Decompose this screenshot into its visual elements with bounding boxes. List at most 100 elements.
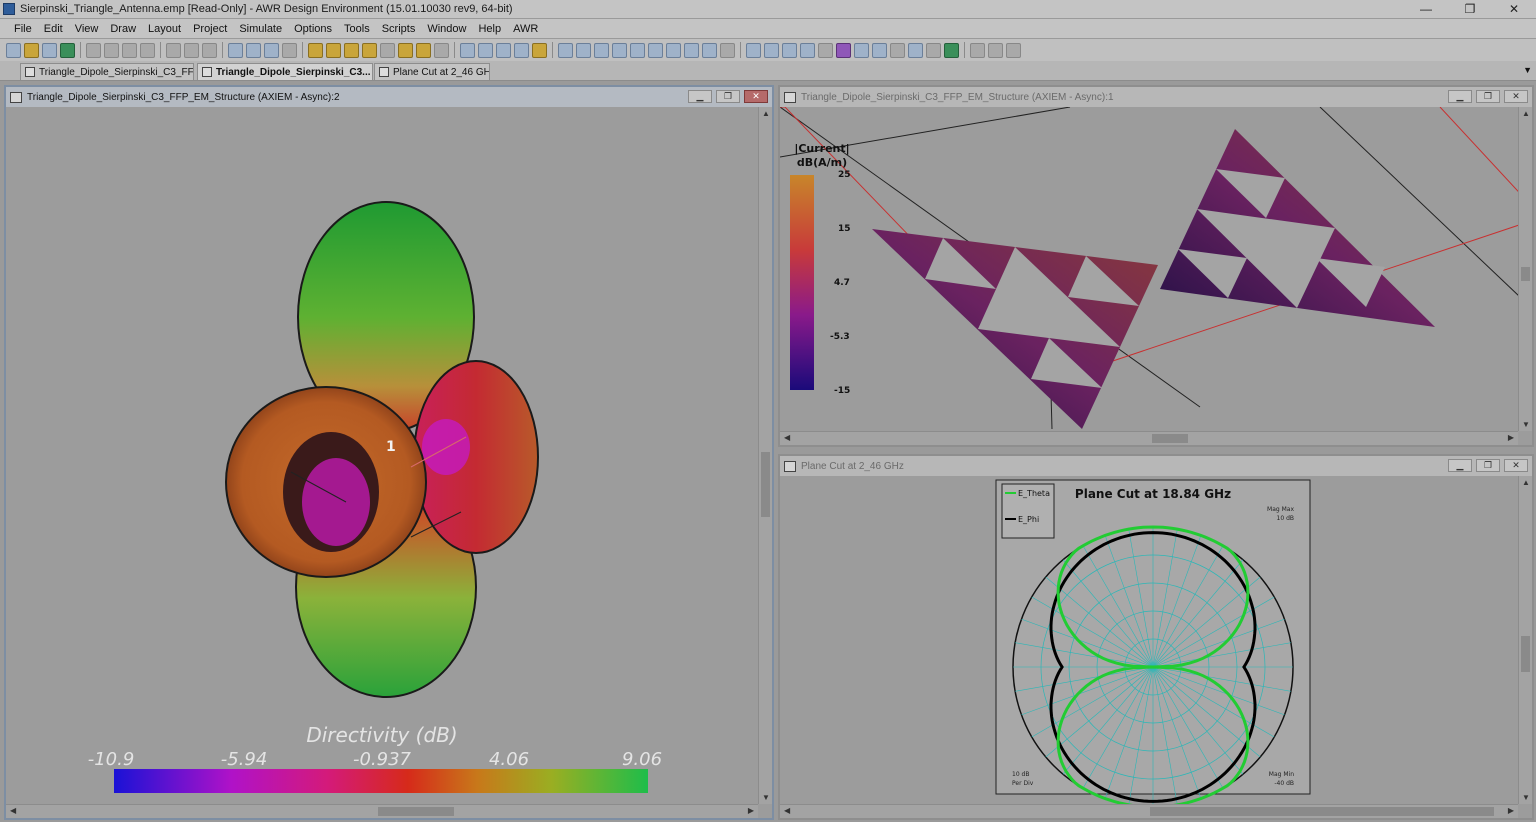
horizontal-scrollbar[interactable]: ◀ ▶ <box>780 804 1518 818</box>
menu-view[interactable]: View <box>69 23 105 35</box>
probe-icon[interactable] <box>890 42 905 58</box>
window-minimize-button[interactable]: ▁ <box>688 90 712 103</box>
window-titlebar[interactable]: Triangle_Dipole_Sierpinski_C3_FFP_EM_Str… <box>780 87 1532 107</box>
window-restore-button[interactable]: ❐ <box>1476 459 1500 472</box>
annotation-icon[interactable] <box>496 42 511 58</box>
zoom-in-icon[interactable] <box>228 42 243 58</box>
window-restore-button[interactable]: ❐ <box>1476 90 1500 103</box>
current-distribution-view[interactable]: |Current| dB(A/m) 25 15 4.7 -5.3 -15 <box>780 107 1520 433</box>
scroll-thumb[interactable] <box>1152 434 1188 443</box>
view-3d-icon[interactable] <box>478 42 493 58</box>
copy-icon[interactable] <box>104 42 119 58</box>
align-right-icon[interactable] <box>576 42 591 58</box>
save-all-icon[interactable] <box>60 42 75 58</box>
simulate-icon[interactable] <box>398 42 413 58</box>
rotate-icon[interactable] <box>720 42 735 58</box>
analyze-icon[interactable] <box>416 42 431 58</box>
window-minimize-button[interactable]: ▁ <box>1448 90 1472 103</box>
group-icon[interactable] <box>666 42 681 58</box>
scroll-thumb[interactable] <box>1521 636 1530 672</box>
settings-icon[interactable] <box>926 42 941 58</box>
menu-layout[interactable]: Layout <box>142 23 187 35</box>
menu-project[interactable]: Project <box>187 23 233 35</box>
add-schematic-icon[interactable] <box>308 42 323 58</box>
menu-awr[interactable]: AWR <box>507 23 544 35</box>
vertical-scrollbar[interactable]: ▲ ▼ <box>758 107 772 804</box>
vertical-scrollbar[interactable]: ▲ ▼ <box>1518 107 1532 431</box>
tab-list-chevron-down-icon[interactable]: ▼ <box>1523 65 1532 75</box>
window-titlebar[interactable]: Triangle_Dipole_Sierpinski_C3_FFP_EM_Str… <box>6 87 772 107</box>
tab-ffp-structure[interactable]: Triangle_Dipole_Sierpinski_C3_FFP... <box>20 63 194 80</box>
paste-icon[interactable] <box>122 42 137 58</box>
tab-structure-active[interactable]: Triangle_Dipole_Sierpinski_C3... ✕ <box>197 63 373 80</box>
ungroup-icon[interactable] <box>684 42 699 58</box>
add-em-structure-icon[interactable] <box>326 42 341 58</box>
window-restore-button[interactable]: ❐ <box>716 90 740 103</box>
tab-plane-cut[interactable]: Plane Cut at 2_46 GHz <box>374 63 490 80</box>
save-icon[interactable] <box>42 42 57 58</box>
polar-graph[interactable]: Plane Cut at 18.84 GHz E_Theta E_Phi Mag… <box>780 476 1520 806</box>
animation-icon[interactable] <box>836 42 851 58</box>
restore-button[interactable]: ❐ <box>1448 0 1492 18</box>
window-minimize-button[interactable]: ▁ <box>1448 459 1472 472</box>
scroll-thumb[interactable] <box>1521 267 1530 281</box>
export-icon[interactable] <box>944 42 959 58</box>
layer-icon[interactable] <box>764 42 779 58</box>
window-close-button[interactable]: ✕ <box>1504 90 1528 103</box>
cut-plane-icon[interactable] <box>908 42 923 58</box>
current-viewport[interactable]: |Current| dB(A/m) 25 15 4.7 -5.3 -15 ▲ ▼… <box>780 107 1532 445</box>
add-graph-icon[interactable] <box>362 42 377 58</box>
menu-simulate[interactable]: Simulate <box>233 23 288 35</box>
close-button[interactable]: ✕ <box>1492 0 1536 18</box>
layout-view-icon[interactable] <box>460 42 475 58</box>
menu-help[interactable]: Help <box>472 23 507 35</box>
menu-file[interactable]: File <box>8 23 38 35</box>
cut-icon[interactable] <box>86 42 101 58</box>
window-titlebar[interactable]: Plane Cut at 2_46 GHz ▁ ❐ ✕ <box>780 456 1532 476</box>
delete-icon[interactable] <box>140 42 155 58</box>
distribute-h-icon[interactable] <box>630 42 645 58</box>
pattern-viewport[interactable]: 1 Directivity (dB) -10.9 -5.94 -0.937 4.… <box>6 107 772 818</box>
scroll-thumb[interactable] <box>378 807 454 816</box>
undo-icon[interactable] <box>166 42 181 58</box>
menu-window[interactable]: Window <box>421 23 472 35</box>
horizontal-scrollbar[interactable]: ◀ ▶ <box>780 431 1518 445</box>
refresh-icon[interactable] <box>202 42 217 58</box>
scroll-thumb[interactable] <box>761 452 770 517</box>
menu-options[interactable]: Options <box>288 23 338 35</box>
distribute-v-icon[interactable] <box>648 42 663 58</box>
minimize-button[interactable]: — <box>1404 0 1448 18</box>
zoom-fit-icon[interactable] <box>264 42 279 58</box>
cell-icon[interactable] <box>818 42 833 58</box>
zoom-out-icon[interactable] <box>246 42 261 58</box>
flip-icon[interactable] <box>702 42 717 58</box>
window-close-button[interactable]: ✕ <box>1504 459 1528 472</box>
stack-icon[interactable] <box>746 42 761 58</box>
field-view-icon[interactable] <box>872 42 887 58</box>
open-folder-icon[interactable] <box>24 42 39 58</box>
align-top-icon[interactable] <box>594 42 609 58</box>
scroll-thumb[interactable] <box>1150 807 1494 816</box>
redo-icon[interactable] <box>184 42 199 58</box>
mesh-icon[interactable] <box>532 42 547 58</box>
menu-tools[interactable]: Tools <box>338 23 376 35</box>
boundary-icon[interactable] <box>800 42 815 58</box>
window-close-button[interactable]: ✕ <box>744 90 768 103</box>
align-left-icon[interactable] <box>558 42 573 58</box>
current-view-icon[interactable] <box>854 42 869 58</box>
menu-draw[interactable]: Draw <box>104 23 142 35</box>
add-measurement-icon[interactable] <box>380 42 395 58</box>
port-icon[interactable] <box>514 42 529 58</box>
menu-scripts[interactable]: Scripts <box>376 23 422 35</box>
add-netlist-icon[interactable] <box>344 42 359 58</box>
pause-icon[interactable] <box>988 42 1003 58</box>
align-bottom-icon[interactable] <box>612 42 627 58</box>
select-icon[interactable] <box>282 42 297 58</box>
vertical-scrollbar[interactable]: ▲ ▼ <box>1518 476 1532 804</box>
directivity-3d-plot[interactable]: 1 Directivity (dB) -10.9 -5.94 -0.937 4.… <box>6 107 758 807</box>
stop-icon[interactable] <box>1006 42 1021 58</box>
horizontal-scrollbar[interactable]: ◀ ▶ <box>6 804 758 818</box>
tune-icon[interactable] <box>434 42 449 58</box>
material-icon[interactable] <box>782 42 797 58</box>
menu-edit[interactable]: Edit <box>38 23 69 35</box>
